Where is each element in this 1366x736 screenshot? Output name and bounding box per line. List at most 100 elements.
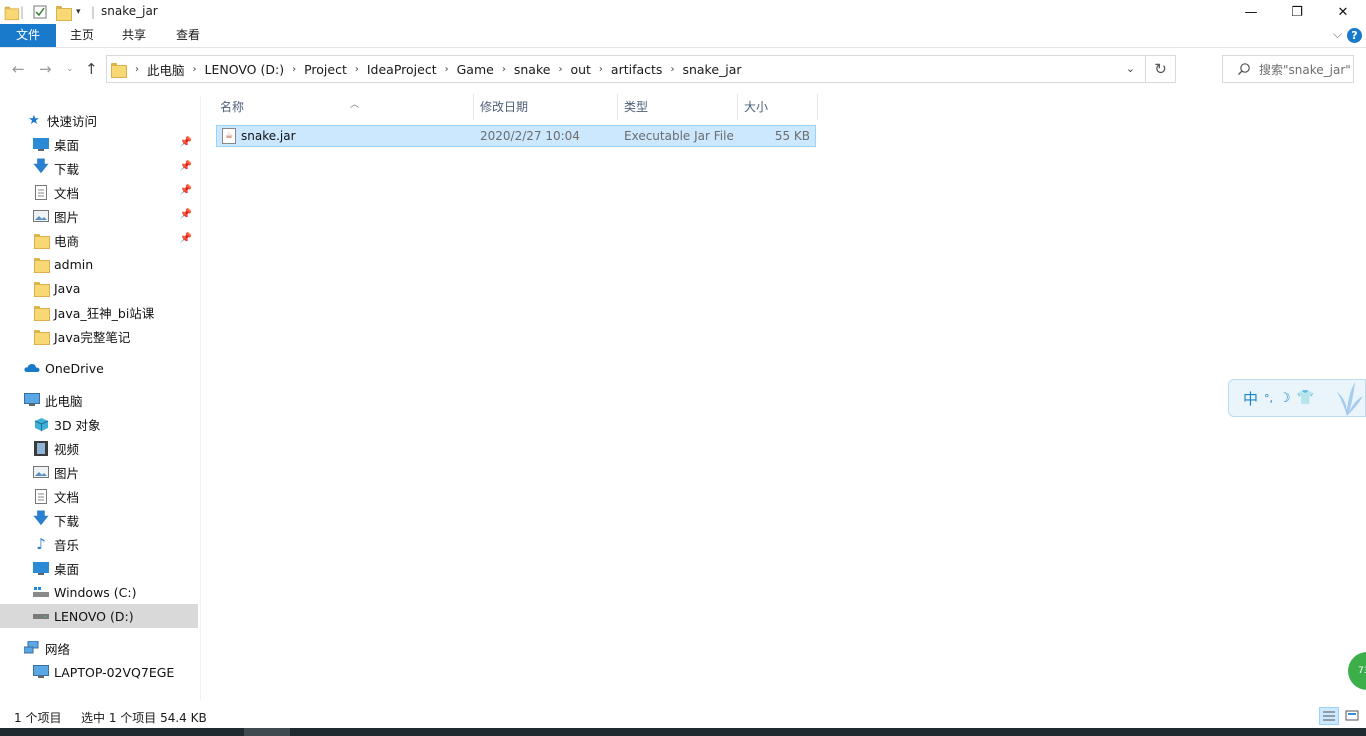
tab-view[interactable]: 查看 [166,24,210,47]
nav-item-downloads-pc[interactable]: 🡇 下载 [0,508,198,532]
jar-file-icon: ☕ [222,128,236,144]
breadcrumb-this-pc[interactable]: 此电脑 [143,60,189,79]
taskbar-active-app[interactable] [244,728,290,736]
nav-item-downloads[interactable]: 🡇 下载 📌 [0,156,198,180]
large-icons-view-button[interactable] [1342,707,1362,725]
column-header-size[interactable]: 大小 [738,94,818,120]
breadcrumb-separator[interactable]: › [441,64,453,75]
close-button[interactable]: ✕ [1320,0,1366,24]
moon-icon[interactable]: ☽ [1279,391,1291,406]
search-icon [1238,63,1250,75]
tab-file[interactable]: 文件 [0,24,56,47]
details-view-button[interactable] [1319,707,1339,725]
tab-home[interactable]: 主页 [60,24,104,47]
folder-icon [33,232,50,249]
title-bar: | ▾ | snake_jar — ❐ ✕ [0,0,1366,24]
file-type: Executable Jar File [624,129,734,143]
search-box[interactable]: 搜索"snake_jar" [1222,55,1354,83]
nav-item-pictures-pc[interactable]: 图片 [0,460,198,484]
column-header-name[interactable]: 名称 ︿ [214,94,474,120]
navigation-bar: ← → ⌄ ↑ › 此电脑 › LENOVO (D:) › Project › … [0,48,1366,90]
nav-item-admin[interactable]: admin [0,252,198,276]
status-bar: 1 个项目 选中 1 个项目 54.4 KB [0,704,1366,728]
customize-toolbar-icon[interactable]: ▾ [76,3,81,21]
refresh-icon[interactable]: ↻ [1145,56,1175,82]
file-explorer-window: | ▾ | snake_jar — ❐ ✕ 文件 主页 共享 查看 ⌵ ? ← … [0,0,1366,736]
file-list: 名称 ︿ 修改日期 类型 大小 ☕ snake.jar 2020/2/27 10… [202,90,1366,700]
breadcrumb-lenovo-d[interactable]: LENOVO (D:) [201,62,289,77]
column-header-modified[interactable]: 修改日期 [474,94,618,120]
nav-item-music[interactable]: ♪ 音乐 [0,532,198,556]
breadcrumb-ideaproject[interactable]: IdeaProject [363,62,441,77]
back-arrow-icon[interactable]: ← [12,60,25,78]
nav-item-windows-c[interactable]: Windows (C:) [0,580,198,604]
breadcrumb-game[interactable]: Game [453,62,498,77]
nav-item-java[interactable]: Java [0,276,198,300]
pin-icon[interactable]: 📌 [180,161,192,172]
column-header-type[interactable]: 类型 [618,94,738,120]
breadcrumb-separator[interactable]: › [666,64,678,75]
nav-this-pc[interactable]: 此电脑 [0,388,198,412]
minimize-button[interactable]: — [1228,0,1274,24]
sort-ascending-icon: ︿ [350,100,360,110]
nav-item-3d-objects[interactable]: 3D 对象 [0,412,198,436]
nav-item-videos[interactable]: 视频 [0,436,198,460]
nav-item-desktop-pc[interactable]: 桌面 [0,556,198,580]
file-row[interactable]: ☕ snake.jar 2020/2/27 10:04 Executable J… [216,125,816,147]
breadcrumb-separator[interactable]: › [351,64,363,75]
breadcrumb-out[interactable]: out [566,62,594,77]
breadcrumb-artifacts[interactable]: artifacts [607,62,667,77]
music-note-icon: ♪ [36,535,46,553]
breadcrumb-separator[interactable]: › [498,64,510,75]
breadcrumb-separator[interactable]: › [554,64,566,75]
breadcrumb-snake[interactable]: snake [510,62,555,77]
punctuation-icon[interactable]: °, [1264,392,1273,405]
nav-item-documents[interactable]: 文档 📌 [0,180,198,204]
item-count: 1 个项目 [14,711,62,725]
expand-ribbon-icon[interactable]: ⌵ [1333,27,1342,42]
file-size: 55 KB [774,129,810,143]
nav-quick-access[interactable]: ★ 快速访问 [0,108,198,132]
breadcrumb-separator[interactable]: › [288,64,300,75]
nav-network[interactable]: 网络 [0,636,198,660]
nav-item-ecommerce[interactable]: 电商 📌 [0,228,198,252]
nav-item-desktop[interactable]: 桌面 📌 [0,132,198,156]
breadcrumb-snake-jar[interactable]: snake_jar [678,62,745,77]
breadcrumb-separator[interactable]: › [189,64,201,75]
desktop-icon [33,136,49,152]
ribbon-tabs: 文件 主页 共享 查看 ⌵ ? [0,24,1366,48]
breadcrumb-project[interactable]: Project [300,62,351,77]
breadcrumb-separator[interactable]: › [131,64,143,75]
nav-item-java-kuangshen[interactable]: Java_狂神_bi站课 [0,300,198,324]
search-placeholder: 搜索"snake_jar" [1259,62,1351,77]
address-bar[interactable]: › 此电脑 › LENOVO (D:) › Project › IdeaProj… [106,55,1176,83]
address-history-chevron-icon[interactable]: ⌄ [1126,62,1135,75]
skin-shirt-icon[interactable]: 👕 [1297,390,1314,406]
pin-icon[interactable]: 📌 [180,137,192,148]
pin-icon[interactable]: 📌 [180,185,192,196]
forward-arrow-icon[interactable]: → [39,60,52,78]
recent-locations-chevron-icon[interactable]: ⌄ [66,64,74,74]
tab-share[interactable]: 共享 [112,24,156,47]
file-name: snake.jar [241,129,296,143]
pin-icon[interactable]: 📌 [180,233,192,244]
ime-mode-label[interactable]: 中 [1243,388,1258,409]
drive-icon [33,584,49,600]
help-icon[interactable]: ? [1347,28,1362,43]
nav-onedrive[interactable]: OneDrive [0,356,198,380]
nav-item-lenovo-d[interactable]: LENOVO (D:) [0,604,198,628]
maximize-button[interactable]: ❐ [1274,0,1320,24]
cube-icon [33,416,49,432]
nav-item-documents-pc[interactable]: 文档 [0,484,198,508]
folder-icon [111,62,127,78]
up-arrow-icon[interactable]: ↑ [85,60,98,78]
pin-icon[interactable]: 📌 [180,209,192,220]
download-arrow-icon: 🡇 [33,156,49,175]
ime-toolbar[interactable]: 中 °, ☽ 👕 [1228,379,1366,417]
properties-icon[interactable] [33,3,47,21]
new-folder-icon[interactable] [56,3,72,21]
breadcrumb-separator[interactable]: › [595,64,607,75]
nav-item-pictures[interactable]: 图片 📌 [0,204,198,228]
nav-item-java-notes[interactable]: Java完整笔记 [0,324,198,348]
nav-item-laptop[interactable]: LAPTOP-02VQ7EGE [0,660,198,684]
